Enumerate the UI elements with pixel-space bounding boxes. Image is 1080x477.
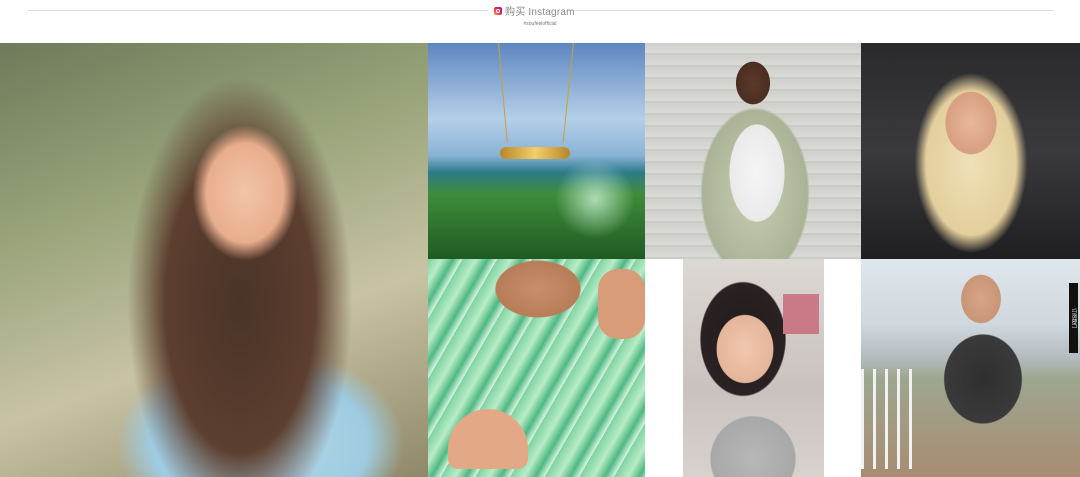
hand [448,409,528,469]
header-divider-left [28,10,488,11]
photo-beach-outfit[interactable] [861,259,1080,477]
instagram-gallery [0,43,1080,477]
instagram-handle[interactable]: #soufeelofficial [0,21,1080,27]
name-plate [500,147,570,159]
photo-green-dress[interactable] [428,259,645,477]
hand [598,269,645,339]
instagram-icon [494,6,502,15]
header-divider-right [567,10,1053,11]
photo-selfie-necklace[interactable] [0,43,428,477]
photo-wanderlust-necklace[interactable] [428,43,645,259]
instagram-header: 购买 Instagram #soufeelofficial [0,0,1080,43]
light-flare [555,159,635,239]
railing [861,369,921,469]
subscribe-side-tab[interactable]: 订阅我们 [1069,283,1078,353]
wall-art [783,294,819,334]
necklace-chain [498,43,508,143]
photo-car-selfie[interactable] [861,43,1080,259]
section-title: 购买 Instagram [505,7,575,18]
side-tab-label: 订阅我们 [1070,307,1076,329]
photo-portrait-closeup[interactable] [683,259,824,477]
photo-blazer-outfit[interactable] [645,43,861,259]
necklace-chain [562,43,574,143]
header-title-group: 购买 Instagram [494,3,575,18]
